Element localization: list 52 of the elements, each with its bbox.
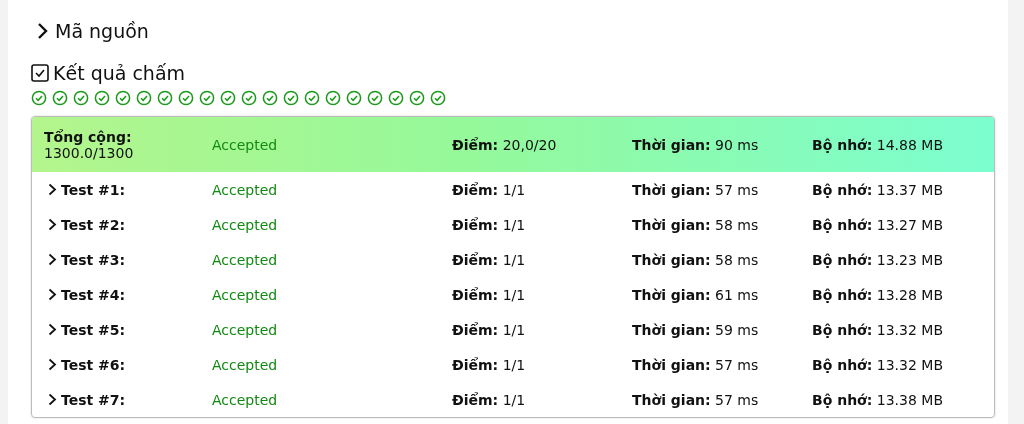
status-text: Accepted (212, 181, 279, 198)
memory-text: Bộ nhớ: 13.38 MB (812, 391, 944, 408)
memory-text: Bộ nhớ: 13.32 MB (812, 321, 944, 338)
test-toggle[interactable]: Test #5: (32, 320, 212, 339)
time-text: Thời gian: 57 ms (632, 181, 760, 198)
memory-text: Bộ nhớ: 14.88 MB (812, 136, 944, 153)
status-text: Accepted (212, 136, 279, 153)
test-toggle[interactable]: Test #4: (32, 285, 212, 304)
points-text: Điểm: 1/1 (452, 216, 527, 233)
points-text: Điểm: 1/1 (452, 356, 527, 373)
chevron-icon (48, 253, 57, 266)
time-text: Thời gian: 59 ms (632, 321, 760, 338)
points-text: Điểm: 1/1 (452, 286, 527, 303)
status-text: Accepted (212, 321, 279, 338)
chevron-icon (48, 323, 57, 336)
chevron-icon (48, 358, 57, 371)
status-text: Accepted (212, 356, 279, 373)
chevron-icon (48, 183, 57, 196)
chevron-icon (48, 218, 57, 231)
test-toggle[interactable]: Test #1: (32, 180, 212, 199)
total-label: Tổng cộng: (44, 128, 133, 145)
test-toggle[interactable]: Test #7: (32, 390, 212, 409)
status-text: Accepted (212, 216, 279, 233)
status-text: Accepted (212, 391, 279, 408)
source-code-toggle[interactable]: Mã nguồn (31, 20, 149, 42)
time-text: Thời gian: 58 ms (632, 216, 760, 233)
memory-text: Bộ nhớ: 13.23 MB (812, 251, 944, 268)
test-toggle[interactable]: Test #6: (32, 355, 212, 374)
points-text: Điểm: 1/1 (452, 181, 527, 198)
points-text: Điểm: 1/1 (452, 321, 527, 338)
test-toggle[interactable]: Test #2: (32, 215, 212, 234)
status-text: Accepted (212, 286, 279, 303)
test-toggle[interactable]: Test #3: (32, 250, 212, 269)
status-text: Accepted (212, 251, 279, 268)
time-text: Thời gian: 61 ms (632, 286, 760, 303)
time-text: Thời gian: 57 ms (632, 356, 760, 373)
memory-text: Bộ nhớ: 13.27 MB (812, 216, 944, 233)
points-text: Điểm: 20,0/20 (452, 136, 558, 153)
chevron-icon (37, 22, 49, 40)
checkbox-icon (31, 64, 49, 82)
chevron-icon (48, 393, 57, 406)
time-text: Thời gian: 58 ms (632, 251, 760, 268)
section-title: Kết quả chấm (53, 62, 186, 84)
chevron-icon (48, 288, 57, 301)
memory-text: Bộ nhớ: 13.37 MB (812, 181, 944, 198)
memory-text: Bộ nhớ: 13.32 MB (812, 356, 944, 373)
points-text: Điểm: 1/1 (452, 251, 527, 268)
total-score: 1300.0/1300 (44, 144, 135, 161)
time-text: Thời gian: 57 ms (632, 391, 760, 408)
time-text: Thời gian: 90 ms (632, 136, 760, 153)
memory-text: Bộ nhớ: 13.28 MB (812, 286, 944, 303)
points-text: Điểm: 1/1 (452, 391, 527, 408)
